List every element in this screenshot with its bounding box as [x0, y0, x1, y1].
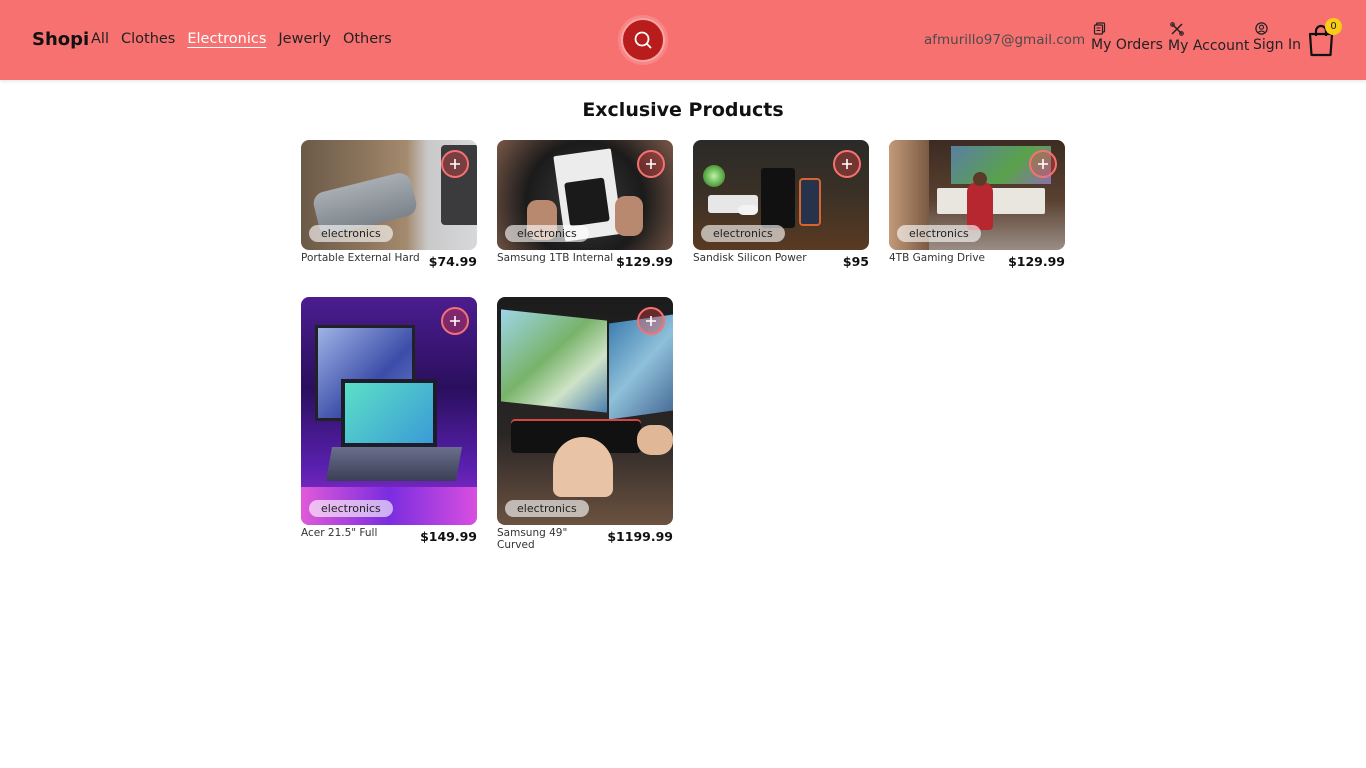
nav-link-all[interactable]: All — [91, 31, 109, 47]
add-to-cart-button[interactable] — [637, 307, 665, 335]
product-card[interactable]: electronics Acer 21.5" Full $149.99 — [301, 297, 477, 544]
product-price: $129.99 — [1008, 254, 1065, 269]
category-badge: electronics — [701, 225, 785, 242]
nav-link-others[interactable]: Others — [343, 31, 392, 47]
product-price: $74.99 — [428, 254, 477, 269]
my-account-label: My Account — [1168, 38, 1250, 54]
orders-icon — [1093, 22, 1106, 35]
sign-in-link[interactable]: Sign In — [1253, 22, 1301, 53]
product-name: Samsung 1TB Internal — [497, 252, 614, 264]
product-image[interactable]: electronics — [497, 140, 673, 250]
category-badge: electronics — [505, 500, 589, 517]
add-to-cart-button[interactable] — [441, 307, 469, 335]
add-to-cart-button[interactable] — [833, 150, 861, 178]
plus-icon — [450, 316, 460, 326]
product-card[interactable]: electronics 4TB Gaming Drive $129.99 — [889, 140, 1065, 269]
sign-in-label: Sign In — [1253, 37, 1301, 53]
plus-icon — [646, 159, 656, 169]
product-image[interactable]: electronics — [693, 140, 869, 250]
page-title: Exclusive Products — [582, 99, 784, 121]
plus-icon — [646, 316, 656, 326]
product-card[interactable]: electronics Samsung 49" Curved $1199.99 — [497, 297, 673, 551]
product-card[interactable]: electronics Portable External Hard $74.9… — [301, 140, 477, 269]
product-image[interactable]: electronics — [301, 297, 477, 525]
add-to-cart-button[interactable] — [441, 150, 469, 178]
nav-link-clothes[interactable]: Clothes — [121, 31, 175, 47]
search-icon — [634, 31, 652, 49]
navbar: Shopi All Clothes Electronics Jewerly Ot… — [0, 0, 1366, 80]
tools-icon — [1170, 22, 1184, 36]
cart-count-badge: 0 — [1325, 18, 1342, 35]
product-name: 4TB Gaming Drive — [889, 252, 986, 264]
category-badge: electronics — [897, 225, 981, 242]
plus-icon — [450, 159, 460, 169]
product-price: $149.99 — [420, 529, 477, 544]
product-name: Acer 21.5" Full — [301, 527, 378, 539]
product-image[interactable]: electronics — [301, 140, 477, 250]
category-badge: electronics — [505, 225, 589, 242]
my-orders-label: My Orders — [1091, 37, 1163, 53]
my-account-link[interactable]: My Account — [1168, 22, 1249, 54]
add-to-cart-button[interactable] — [637, 150, 665, 178]
category-badge: electronics — [309, 500, 393, 517]
product-image[interactable]: electronics — [497, 297, 673, 525]
my-orders-link[interactable]: My Orders — [1091, 22, 1163, 53]
product-name: Sandisk Silicon Power — [693, 252, 807, 264]
product-price: $95 — [842, 254, 869, 269]
category-nav: All Clothes Electronics Jewerly Others — [91, 31, 392, 47]
add-to-cart-button[interactable] — [1029, 150, 1057, 178]
user-circle-icon — [1255, 22, 1268, 35]
search-button[interactable] — [621, 18, 665, 62]
plus-icon — [1038, 159, 1048, 169]
product-price: $129.99 — [616, 254, 673, 269]
product-price: $1199.99 — [607, 529, 673, 544]
nav-link-jewerly[interactable]: Jewerly — [278, 31, 331, 47]
product-image[interactable]: electronics — [889, 140, 1065, 250]
category-badge: electronics — [309, 225, 393, 242]
nav-link-electronics[interactable]: Electronics — [187, 31, 266, 47]
brand-logo[interactable]: Shopi — [32, 29, 89, 50]
plus-icon — [842, 159, 852, 169]
product-name: Portable External Hard — [301, 252, 420, 264]
user-email: afmurillo97@gmail.com — [924, 32, 1086, 48]
product-name: Samsung 49" Curved — [497, 527, 568, 551]
product-card[interactable]: electronics Samsung 1TB Internal $129.99 — [497, 140, 673, 269]
product-card[interactable]: electronics Sandisk Silicon Power $95 — [693, 140, 869, 269]
